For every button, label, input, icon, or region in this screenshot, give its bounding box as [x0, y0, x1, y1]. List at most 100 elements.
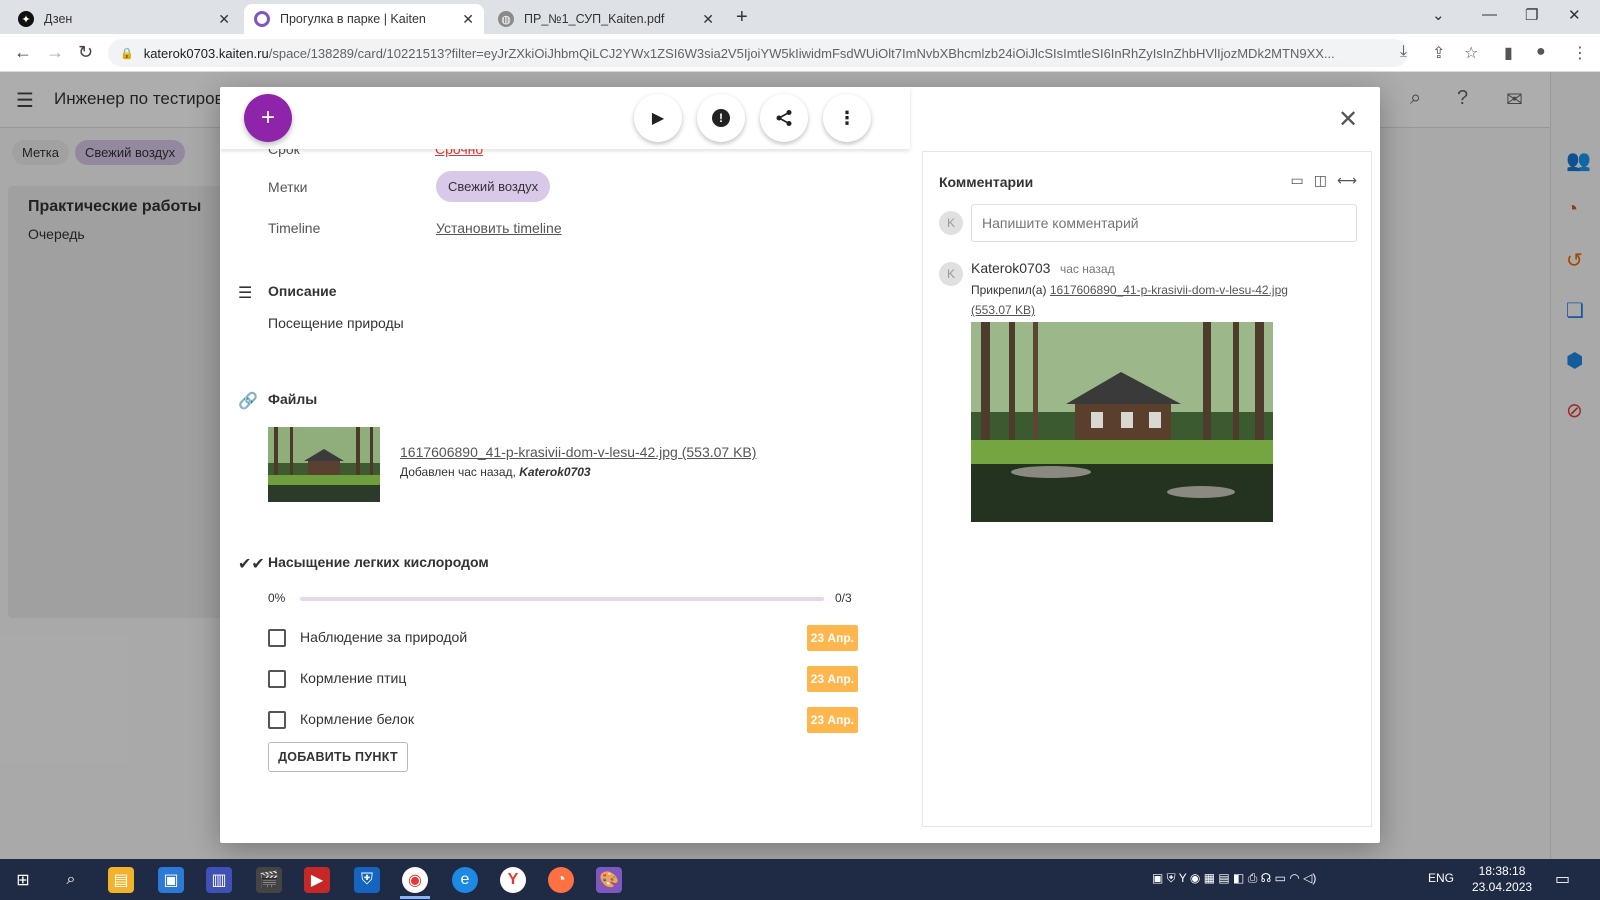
- due-date-badge[interactable]: 23 Апр.: [806, 707, 858, 733]
- dock-side-icon[interactable]: ◫: [1314, 172, 1327, 189]
- due-date-badge[interactable]: 23 Апр.: [806, 666, 858, 692]
- block-button[interactable]: !: [697, 94, 745, 142]
- browser-tab-pdf[interactable]: ◍ ПР_№1_СУП_Kaiten.pdf ✕: [488, 4, 724, 34]
- files-title: Файлы: [268, 391, 318, 407]
- clapperboard-icon[interactable]: 🎬: [256, 867, 282, 893]
- start-button[interactable]: ▶: [634, 94, 682, 142]
- input-language[interactable]: ENG: [1428, 871, 1454, 885]
- checkbox[interactable]: [268, 629, 286, 647]
- checklist-item[interactable]: Кормление птиц 23 Апр.: [268, 666, 858, 692]
- chrome-icon[interactable]: ◉: [402, 867, 428, 893]
- play-icon: ▶: [651, 110, 665, 127]
- add-button[interactable]: +: [244, 94, 292, 142]
- checklist-title[interactable]: Насыщение легких кислородом: [268, 554, 489, 570]
- alert-icon: !: [712, 109, 730, 127]
- checklist-item[interactable]: Наблюдение за природой 23 Апр.: [268, 625, 858, 651]
- avatar: K: [939, 211, 963, 235]
- new-tab-icon[interactable]: +: [736, 6, 748, 29]
- notifications-icon[interactable]: ▭: [1555, 869, 1570, 889]
- card-toolbar: + ▶ ! ⋮: [220, 87, 910, 149]
- firefox-icon[interactable]: ◔: [548, 867, 574, 893]
- checkbox[interactable]: [268, 670, 286, 688]
- share-icon: [776, 110, 792, 126]
- expand-horizontal-icon[interactable]: ⟷: [1337, 172, 1357, 189]
- checklist-progress-bar: [300, 597, 824, 601]
- dzen-icon: ✦: [18, 11, 34, 27]
- share-icon[interactable]: ⇪: [1432, 43, 1445, 63]
- close-icon[interactable]: ✕: [462, 11, 474, 28]
- window-close-icon[interactable]: ✕: [1568, 6, 1581, 24]
- tray-app-icons[interactable]: ▣ ⛨ Y ◉ ▦ ▤ ◧ ⎙ ☊ ▭ ◠ ◁): [1152, 871, 1316, 886]
- browser-tab-kaiten[interactable]: Прогулка в парке | Kaiten ✕: [244, 4, 484, 34]
- close-modal-icon[interactable]: ✕: [1338, 105, 1358, 134]
- side-panel-icon[interactable]: ▮: [1504, 43, 1513, 63]
- timeline-label: Timeline: [268, 220, 321, 236]
- comment-file-size[interactable]: (553.07 KB): [971, 303, 1035, 317]
- tab-search-icon[interactable]: ⌄: [1432, 6, 1445, 24]
- description-icon: ☰: [238, 285, 253, 302]
- address-bar-row: ← → ↻ 🔒 katerok0703.kaiten.ru/space/1382…: [0, 34, 1600, 72]
- back-icon[interactable]: ←: [14, 42, 32, 63]
- close-icon[interactable]: ✕: [702, 11, 714, 28]
- system-clock[interactable]: 18:38:18 23.04.2023: [1472, 863, 1532, 895]
- save-app-icon[interactable]: ▥: [206, 867, 232, 893]
- shield-icon[interactable]: ⛨: [354, 867, 380, 893]
- comment-file-link[interactable]: 1617606890_41-p-krasivii-dom-v-lesu-42.j…: [1050, 283, 1288, 297]
- lock-icon: 🔒: [120, 47, 134, 60]
- control-panel-icon[interactable]: ▣: [158, 867, 184, 893]
- description-text[interactable]: Посещение природы: [268, 315, 404, 331]
- paint-icon[interactable]: 🎨: [596, 867, 622, 893]
- media-app-icon[interactable]: ▶: [304, 867, 330, 893]
- card-modal: + ▶ ! ⋮ ✕ Срок Срочно Метки Свежий возду…: [220, 87, 1380, 843]
- download-icon[interactable]: ⤓: [1400, 43, 1407, 61]
- add-checklist-item-button[interactable]: ДОБАВИТЬ ПУНКТ: [268, 742, 408, 772]
- profile-icon[interactable]: ●: [1536, 43, 1546, 61]
- minimize-icon[interactable]: —: [1482, 6, 1497, 23]
- taskbar: ⊞ ⌕ ▤ ▣ ▥ 🎬 ▶ ⛨ ◉ e Y ◔ 🎨 ▣ ⛨ Y ◉ ▦ ▤ ◧ …: [0, 859, 1600, 900]
- more-button[interactable]: ⋮: [823, 94, 871, 142]
- yandex-browser-icon[interactable]: Y: [500, 867, 526, 893]
- close-icon[interactable]: ✕: [218, 11, 230, 28]
- url-field[interactable]: 🔒 katerok0703.kaiten.ru/space/138289/car…: [108, 39, 1408, 67]
- active-app-indicator: [400, 896, 430, 899]
- set-timeline-link[interactable]: Установить timeline: [436, 220, 562, 236]
- more-vert-icon: ⋮: [838, 107, 856, 128]
- comment-input[interactable]: [971, 204, 1357, 242]
- tags-label: Метки: [268, 179, 308, 195]
- windows-start-icon[interactable]: ⊞: [10, 867, 36, 893]
- checklist-count: 0/3: [835, 591, 852, 605]
- search-icon[interactable]: ⌕: [58, 867, 84, 893]
- share-button[interactable]: [760, 94, 808, 142]
- comments-panel: Комментарии ▭ ◫ ⟷ K K Katerok0703 час на…: [922, 151, 1372, 827]
- menu-dots-icon[interactable]: ⋮: [1572, 43, 1588, 63]
- file-link[interactable]: 1617606890_41-p-krasivii-dom-v-lesu-42.j…: [400, 444, 756, 460]
- panel-layout-controls: ▭ ◫ ⟷: [1290, 172, 1357, 189]
- browser-tab-strip: ✦ Дзен ✕ Прогулка в парке | Kaiten ✕ ◍ П…: [0, 0, 1600, 34]
- tag-chip[interactable]: Свежий воздух: [436, 171, 551, 202]
- avatar: K: [939, 262, 963, 286]
- checklist-item[interactable]: Кормление белок 23 Апр.: [268, 707, 858, 733]
- comment-author[interactable]: Katerok0703: [971, 260, 1050, 276]
- file-explorer-icon[interactable]: ▤: [108, 867, 134, 893]
- due-date-badge[interactable]: 23 Апр.: [806, 625, 858, 651]
- file-meta: Добавлен час назад, Katerok0703: [400, 465, 591, 479]
- edge-icon[interactable]: e: [452, 867, 478, 893]
- dock-bottom-icon[interactable]: ▭: [1290, 172, 1303, 189]
- comment-attachment-image[interactable]: [971, 322, 1273, 522]
- checkbox[interactable]: [268, 711, 286, 729]
- checklist-percent: 0%: [268, 591, 286, 605]
- paperclip-icon: 🔗: [238, 393, 258, 410]
- card-details: Срок Срочно Метки Свежий воздух Timeline…: [220, 141, 910, 843]
- restore-icon[interactable]: ❐: [1525, 6, 1538, 24]
- description-title: Описание: [268, 283, 337, 299]
- comment-body: Прикрепил(а) 1617606890_41-p-krasivii-do…: [971, 283, 1288, 317]
- comment-time: час назад: [1060, 262, 1115, 276]
- kaiten-icon: [254, 11, 270, 27]
- bookmark-star-icon[interactable]: ☆: [1464, 43, 1478, 63]
- browser-tab-dzen[interactable]: ✦ Дзен ✕: [8, 4, 240, 34]
- comments-title: Комментарии: [939, 174, 1034, 190]
- globe-icon: ◍: [498, 11, 514, 27]
- reload-icon[interactable]: ↻: [78, 42, 93, 63]
- forward-icon[interactable]: →: [46, 42, 64, 63]
- file-thumbnail[interactable]: [268, 427, 380, 502]
